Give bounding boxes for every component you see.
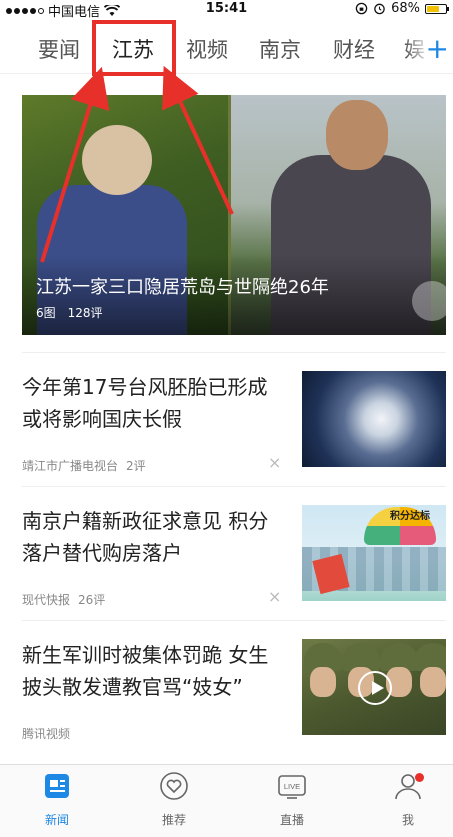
bottom-nav: 新闻 推荐 LIVE 直播 我 bbox=[0, 764, 453, 837]
dismiss-icon[interactable]: × bbox=[268, 453, 281, 472]
add-channel-button[interactable]: + bbox=[426, 32, 449, 65]
hero-comment-count: 128评 bbox=[67, 306, 103, 320]
video-thumbnail[interactable] bbox=[302, 639, 446, 735]
news-source: 腾讯视频 bbox=[22, 727, 71, 741]
heart-icon bbox=[160, 772, 188, 800]
dismiss-icon[interactable]: × bbox=[268, 587, 281, 606]
news-title: 新生军训时被集体罚跪 女生披头散发遭教官骂“妓女” bbox=[22, 643, 269, 699]
battery-percent: 68% bbox=[391, 1, 420, 16]
news-meta: 现代快报 26评 bbox=[22, 591, 105, 608]
rotation-lock-icon bbox=[355, 2, 368, 15]
battery-icon bbox=[425, 3, 449, 14]
typhoon-thumbnail bbox=[302, 371, 446, 467]
news-meta: 腾讯视频 bbox=[22, 725, 70, 742]
news-item[interactable]: 南京户籍新政征求意见 积分落户替代购房落户 现代快报 26评 × 积分达标 bbox=[22, 486, 446, 620]
news-comments: 2评 bbox=[126, 459, 146, 473]
floating-button[interactable] bbox=[412, 281, 446, 321]
news-source: 现代快报 bbox=[22, 593, 71, 607]
news-item[interactable]: 新生军训时被集体罚跪 女生披头散发遭教官骂“妓女” 腾讯视频 bbox=[22, 620, 446, 754]
tab-yaowen[interactable]: 要闻 bbox=[38, 34, 80, 64]
channel-tabs: 要闻 江苏 视频 南京 财经 娱 + bbox=[0, 22, 453, 74]
cartoon-thumbnail: 积分达标 bbox=[302, 505, 446, 601]
live-badge-text: LIVE bbox=[284, 782, 300, 791]
news-icon bbox=[45, 774, 69, 798]
cartoon-label: 积分达标 bbox=[390, 511, 430, 522]
status-right: 68% bbox=[355, 1, 449, 16]
hero-title: 江苏一家三口隐居荒岛与世隔绝26年 bbox=[36, 277, 329, 298]
news-item[interactable]: 今年第17号台风胚胎已形成 或将影响国庆长假 靖江市广播电视台 2评 × bbox=[22, 352, 446, 486]
hero-card[interactable]: 江苏一家三口隐居荒岛与世隔绝26年 6图 128评 bbox=[22, 95, 446, 335]
status-bar: 中国电信 15:41 68% bbox=[0, 0, 453, 20]
news-title: 南京户籍新政征求意见 积分落户替代购房落户 bbox=[22, 509, 269, 565]
alarm-icon bbox=[374, 3, 385, 15]
annotation-highlight-box bbox=[92, 20, 176, 76]
nav-recommend[interactable]: 推荐 bbox=[129, 771, 219, 828]
news-source: 靖江市广播电视台 bbox=[22, 459, 119, 473]
nav-label: 我 bbox=[401, 813, 414, 827]
nav-label: 直播 bbox=[279, 813, 304, 827]
news-title: 今年第17号台风胚胎已形成 或将影响国庆长假 bbox=[22, 375, 268, 431]
nav-label: 新闻 bbox=[44, 813, 69, 827]
news-meta: 靖江市广播电视台 2评 bbox=[22, 457, 146, 474]
news-comments: 26评 bbox=[78, 593, 106, 607]
live-tv-icon: LIVE bbox=[278, 775, 306, 799]
nav-me[interactable]: 我 bbox=[363, 771, 453, 828]
nav-news[interactable]: 新闻 bbox=[12, 771, 102, 828]
tab-finance[interactable]: 财经 bbox=[333, 34, 375, 64]
play-icon[interactable] bbox=[358, 671, 392, 705]
nav-live[interactable]: LIVE 直播 bbox=[247, 771, 337, 828]
hero-meta: 6图 128评 bbox=[36, 304, 103, 321]
tab-nanjing[interactable]: 南京 bbox=[259, 34, 301, 64]
notification-dot bbox=[415, 773, 424, 782]
hero-image-count: 6图 bbox=[36, 306, 56, 320]
tab-video[interactable]: 视频 bbox=[186, 34, 228, 64]
nav-label: 推荐 bbox=[161, 813, 186, 827]
